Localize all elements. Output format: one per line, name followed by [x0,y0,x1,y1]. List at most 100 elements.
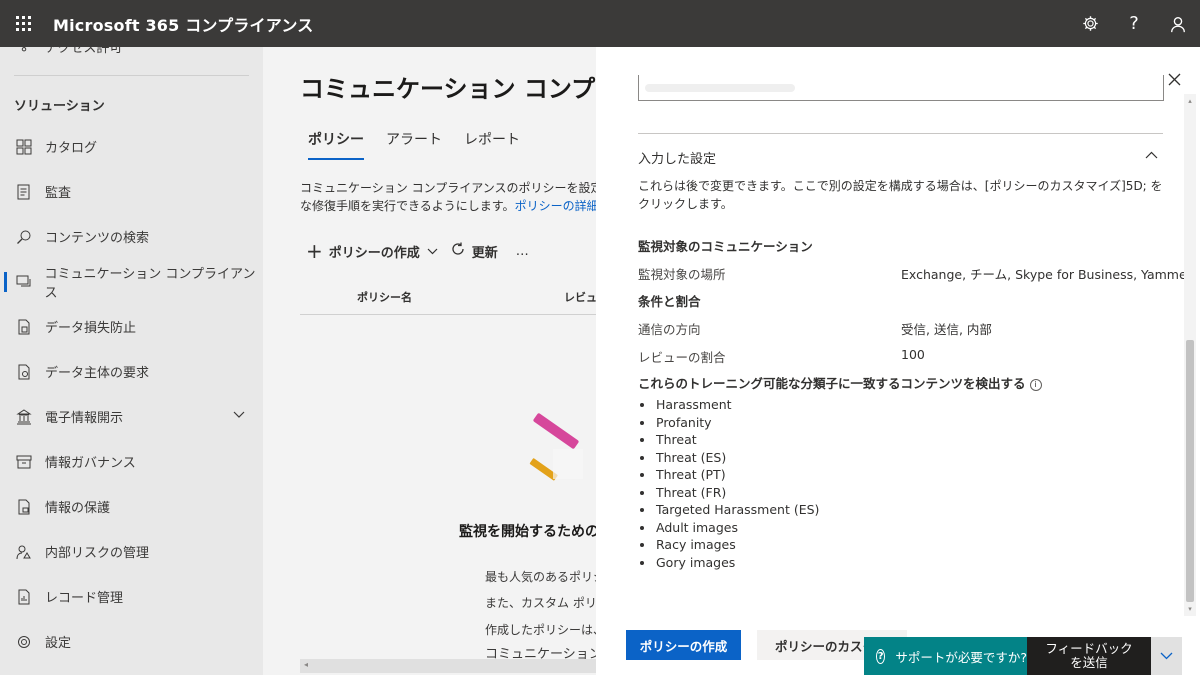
main-content: コミュニケーション コンプライアンス ポリシー アラート レポート コミュニケー… [263,47,600,675]
plus-icon: + [306,239,323,263]
records-icon [14,587,34,607]
chevron-down-icon[interactable] [233,408,245,423]
nav-item-label: コンテンツの検索 [45,231,150,246]
question-icon: ? [876,648,886,664]
info-icon[interactable]: i [1029,378,1042,391]
scroll-left-icon[interactable]: ◂ [304,660,308,669]
nav-section-title: ソリューション [14,98,105,114]
empty-state-title: 監視を開始するための通 [459,524,600,540]
protection-icon [14,497,34,517]
nav-item-permissions[interactable]: ⚷ アクセス許可 [0,47,263,56]
nav-item-dsr[interactable]: データ主体の要求 [0,349,263,394]
nav-item-settings[interactable]: 設定 [0,619,263,664]
chevron-up-icon[interactable] [1145,148,1158,163]
nav-item-audit[interactable]: 監査 [0,169,263,214]
section-description: これらは後で変更できます。ここで別の設定を構成する場合は、[ポリシーのカスタマイ… [638,179,1163,211]
column-policy-name[interactable]: ポリシー名 [357,289,412,305]
refresh-icon [450,241,466,261]
classifier-item: Adult images [638,519,819,537]
nav-item-dlp[interactable]: データ損失防止 [0,304,263,349]
empty-state-text: 最も人気のあるポリシ [485,570,600,584]
chevron-down-icon[interactable] [1151,637,1182,675]
create-policy-button[interactable]: + ポリシーの作成 [306,239,438,263]
nav-item-records[interactable]: レコード管理 [0,574,263,619]
classifier-item: Gory images [638,554,819,572]
classifier-item: Harassment [638,396,819,414]
create-policy-label: ポリシーの作成 [328,245,420,261]
nav-item-label: データ主体の要求 [45,366,150,381]
help-bar: ? サポートが必要ですか? フィードバックを送信 [864,637,1182,675]
horizontal-scrollbar[interactable]: ◂ [300,659,600,673]
classifier-item: Threat (FR) [638,484,819,502]
nav-item-label: コミュニケーション コンプライアンス [44,266,256,301]
nav-item-protection[interactable]: 情報の保護 [0,484,263,529]
nav-item-label: 情報ガバナンス [45,456,136,471]
tab-list: ポリシー アラート レポート [308,129,542,160]
nav-item-catalog[interactable]: カタログ [0,124,263,169]
search-icon [14,227,34,247]
page-description: コミュニケーション コンプライアンスのポリシーを設定して、内容 な修復手順を実行… [300,179,600,215]
app-title[interactable]: Microsoft 365 コンプライアンス [53,12,313,36]
close-icon[interactable] [1164,69,1184,89]
direction-label: 通信の方向 [638,322,701,337]
vertical-scrollbar[interactable]: ▴ ▾ [1184,94,1196,616]
classifiers-heading: これらのトレーニング可能な分類子に一致するコンテンツを検出する i [638,373,1042,392]
classifier-item: Profanity [638,414,819,432]
nav-item-label: 内部リスクの管理 [45,546,150,561]
nav-item-governance[interactable]: 情報ガバナンス [0,439,263,484]
location-label: 監視対象の場所 [638,267,726,282]
empty-state-illustration [529,413,583,481]
policy-details-link[interactable]: ポリシーの詳細 [515,199,599,213]
direction-value: 受信, 送信, 内部 [901,322,992,337]
need-help-button[interactable]: ? サポートが必要ですか? [864,637,1027,675]
account-icon[interactable] [1156,0,1200,47]
scroll-up-icon[interactable]: ▴ [1186,97,1194,105]
description-line: コミュニケーション コンプライアンスのポリシーを設定して、内容 [300,181,600,195]
nav-item-label: 情報の保護 [45,501,111,516]
chevron-down-icon [427,244,438,259]
help-icon[interactable]: ? [1112,0,1156,47]
classifier-item: Racy images [638,536,819,554]
ediscovery-icon [14,407,34,427]
nav-item-communication[interactable]: コミュニケーション コンプライアンス [0,259,263,304]
nav-item-label: 監査 [45,186,72,201]
governance-icon [14,452,34,472]
audit-icon [14,182,34,202]
more-options-button[interactable]: … [516,244,529,259]
policy-review-panel: 入力した設定 これらは後で変更できます。ここで別の設定を構成する場合は、[ポリシ… [596,47,1200,675]
empty-state-text: また、カスタム ポリシー [485,596,600,610]
refresh-button[interactable]: 更新 [450,241,498,261]
top-bar: Microsoft 365 コンプライアンス ? [0,0,1200,47]
description-line: な修復手順を実行できるようにします。 [300,199,515,213]
classifier-item: Targeted Harassment (ES) [638,501,819,519]
section-divider [638,133,1163,134]
dsr-icon [14,362,34,382]
create-policy-submit-button[interactable]: ポリシーの作成 [626,630,741,660]
nav-divider [14,75,249,76]
refresh-label: 更新 [471,245,498,261]
review-percent-label: レビューの割合 [638,350,726,365]
scroll-down-icon[interactable]: ▾ [1186,605,1194,613]
column-review[interactable]: レビュー [564,289,600,305]
nav-item-ediscovery[interactable]: 電子情報開示 [0,394,263,439]
table-header: ポリシー名 レビュー [300,279,600,315]
nav-item-label: カタログ [45,141,98,156]
empty-state-text: 作成したポリシーは、こ [485,623,600,637]
tab-policies[interactable]: ポリシー [308,129,364,160]
nav-item-search[interactable]: コンテンツの検索 [0,214,263,259]
classifier-list: Harassment Profanity Threat Threat (ES) Thre… [638,396,819,571]
settings-icon[interactable] [1068,0,1112,47]
nav-item-label: レコード管理 [45,591,124,606]
waffle-icon[interactable] [0,0,47,47]
nav-item-label: 設定 [45,636,72,651]
insider-risk-icon [14,542,34,562]
classifier-item: Threat [638,431,819,449]
tab-reports[interactable]: レポート [464,129,520,160]
send-feedback-button[interactable]: フィードバックを送信 [1027,637,1151,675]
scrollbar-thumb[interactable] [1186,340,1194,602]
tab-alerts[interactable]: アラート [386,129,442,160]
page-title: コミュニケーション コンプライアンス [300,75,600,103]
nav-item-insider-risk[interactable]: 内部リスクの管理 [0,529,263,574]
need-help-label: サポートが必要ですか? [895,649,1027,665]
location-value: Exchange, チーム, Skype for Business, Yamme… [901,267,1192,282]
